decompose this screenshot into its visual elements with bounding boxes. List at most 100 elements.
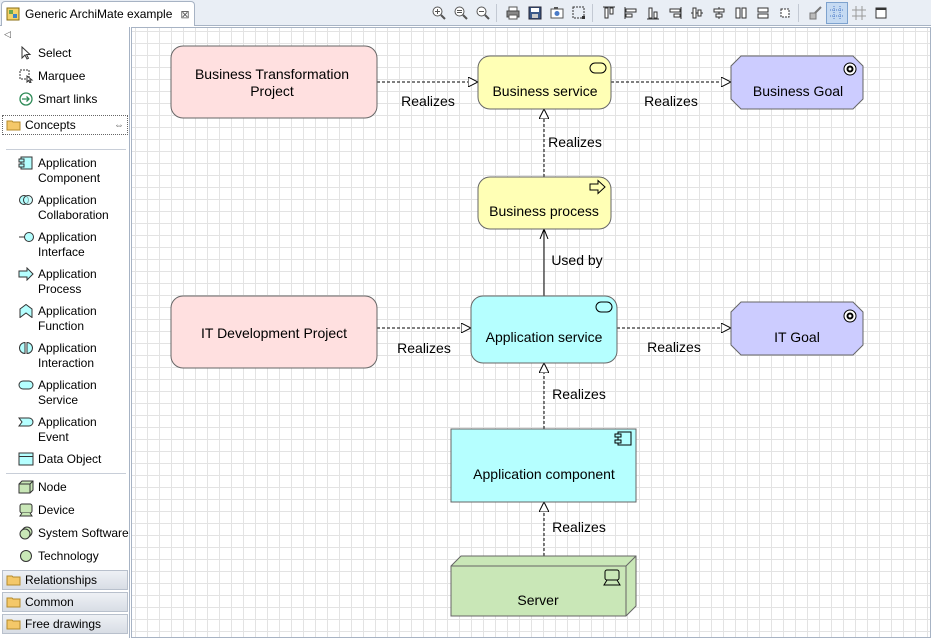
node-it-development-project[interactable]: IT Development Project [170, 295, 378, 369]
node-application-component[interactable]: Application component [450, 428, 637, 503]
event-icon [18, 415, 34, 429]
export-image-icon[interactable] [546, 2, 568, 24]
archimate-diagram: Realizes Realizes Realizes Used by Reali… [170, 45, 864, 617]
align-top-icon[interactable] [598, 2, 620, 24]
editor-tab[interactable]: Generic ArchiMate example ⊠ [1, 1, 195, 26]
palette-tool-smart-links[interactable]: Smart links [18, 92, 97, 107]
palette-item-application-interaction[interactable]: Application Interaction [18, 341, 97, 371]
match-height-icon[interactable] [730, 2, 752, 24]
node-business-transformation-project[interactable]: Business Transformation Project [170, 45, 378, 119]
palette-item-line2: Interaction [38, 356, 95, 370]
align-left-icon[interactable] [620, 2, 642, 24]
palette-item-node[interactable]: Node [18, 480, 67, 495]
palette-tool-label: Smart links [38, 92, 98, 106]
palette-item-application-process[interactable]: Application Process [18, 266, 97, 297]
node-application-service[interactable]: Application service [470, 295, 618, 364]
diagram-canvas[interactable]: Realizes Realizes Realizes Used by Reali… [131, 27, 931, 638]
palette-divider [6, 149, 126, 150]
save-icon[interactable] [524, 2, 546, 24]
format-painter-icon[interactable] [804, 2, 826, 24]
palette-item-line2: Function [38, 319, 85, 333]
palette-item-application-collaboration[interactable]: Application Collaboration [18, 193, 109, 223]
palette-item-line2: Event [38, 430, 69, 444]
palette-item-system-software[interactable]: System Software [18, 526, 129, 541]
function-icon [18, 303, 34, 319]
print-icon[interactable] [502, 2, 524, 24]
drawer-concepts[interactable]: Concepts ⇔ [2, 115, 128, 135]
editor-tab-title: Generic ArchiMate example [25, 7, 173, 21]
relation-label: Realizes [644, 93, 698, 109]
snap-to-grid-icon[interactable] [848, 2, 870, 24]
palette-item-application-function[interactable]: Application Function [18, 303, 97, 334]
palette-item-application-component[interactable]: Application Component [18, 156, 100, 186]
palette-tool-marquee[interactable]: Marquee [18, 69, 85, 84]
grid-icon[interactable] [826, 2, 848, 24]
palette-item-label: System Software [38, 526, 129, 540]
drawer-label: Concepts [25, 118, 76, 132]
node-label: Application component [473, 466, 615, 482]
relation-label: Realizes [647, 339, 701, 355]
node-label: IT Development Project [201, 325, 347, 341]
zoom-out-icon[interactable] [472, 2, 494, 24]
palette-item-technology[interactable]: Technology [18, 549, 99, 564]
palette-item-application-interface[interactable]: Application Interface [18, 230, 97, 260]
palette-item-line1: Application [38, 267, 97, 281]
align-bottom-icon[interactable] [642, 2, 664, 24]
zoom-in-icon[interactable] [428, 2, 450, 24]
node-business-service[interactable]: Business service [477, 55, 612, 110]
palette-item-line1: Application [38, 341, 97, 355]
goal-target-icon [843, 309, 857, 323]
system-software-icon [18, 526, 34, 540]
collaboration-icon [18, 193, 34, 207]
palette-tool-select[interactable]: Select [18, 45, 72, 61]
toolbar-separator [798, 4, 802, 22]
arrow-pointer-icon [18, 45, 34, 60]
drawer-common[interactable]: Common [2, 592, 128, 612]
align-middle-icon[interactable] [686, 2, 708, 24]
folder-icon [6, 119, 22, 131]
match-width-icon[interactable] [752, 2, 774, 24]
node-label: Business Transformation [195, 66, 349, 82]
archimate-model-icon [6, 7, 20, 21]
drawer-label: Relationships [25, 573, 98, 587]
palette-item-line2: Collaboration [38, 208, 109, 222]
node-it-goal[interactable]: IT Goal [730, 301, 864, 356]
node-business-process[interactable]: Business process [477, 176, 612, 230]
node-label: IT Goal [774, 329, 820, 345]
node-label: Application service [486, 329, 603, 345]
relation-label: Realizes [552, 519, 606, 535]
node-server[interactable]: Server [450, 555, 637, 617]
relation-label: Realizes [552, 386, 606, 402]
palette-item-device[interactable]: Device [18, 503, 75, 518]
default-size-icon[interactable] [774, 2, 796, 24]
collapse-palette-icon[interactable]: ◁ [4, 29, 11, 40]
palette-item-line1: Data Object [38, 452, 102, 466]
folder-icon [6, 596, 22, 608]
maximize-icon[interactable] [870, 2, 892, 24]
pin-drawer-icon[interactable]: ⇔ [114, 120, 124, 131]
drawer-relationships[interactable]: Relationships [2, 570, 128, 590]
node-label: Business Goal [753, 83, 843, 99]
goal-target-icon [843, 62, 857, 76]
palette-item-line1: Application [38, 193, 97, 207]
node-business-goal[interactable]: Business Goal [730, 55, 864, 110]
smart-connection-icon [18, 92, 34, 106]
toolbar-separator [496, 4, 500, 22]
palette-item-data-object[interactable]: Data Object [18, 452, 101, 467]
palette-item-label: Device [38, 503, 75, 517]
palette-tool-label: Select [38, 46, 72, 60]
close-tab-icon[interactable]: ⊠ [180, 8, 189, 21]
palette-item-line2: Component [38, 171, 101, 185]
zoom-normal-icon[interactable] [450, 2, 472, 24]
relation-label: Realizes [401, 93, 455, 109]
palette-item-application-service[interactable]: Application Service [18, 378, 97, 408]
data-object-icon [18, 452, 34, 466]
node-label: Server [517, 592, 559, 608]
palette-item-line1: Application [38, 156, 97, 170]
drawer-free-drawings[interactable]: Free drawings [2, 614, 128, 634]
align-center-icon[interactable] [708, 2, 730, 24]
palette-item-application-event[interactable]: Application Event [18, 415, 97, 445]
align-right-icon[interactable] [664, 2, 686, 24]
select-all-icon[interactable] [568, 2, 590, 24]
folder-icon [6, 618, 22, 630]
